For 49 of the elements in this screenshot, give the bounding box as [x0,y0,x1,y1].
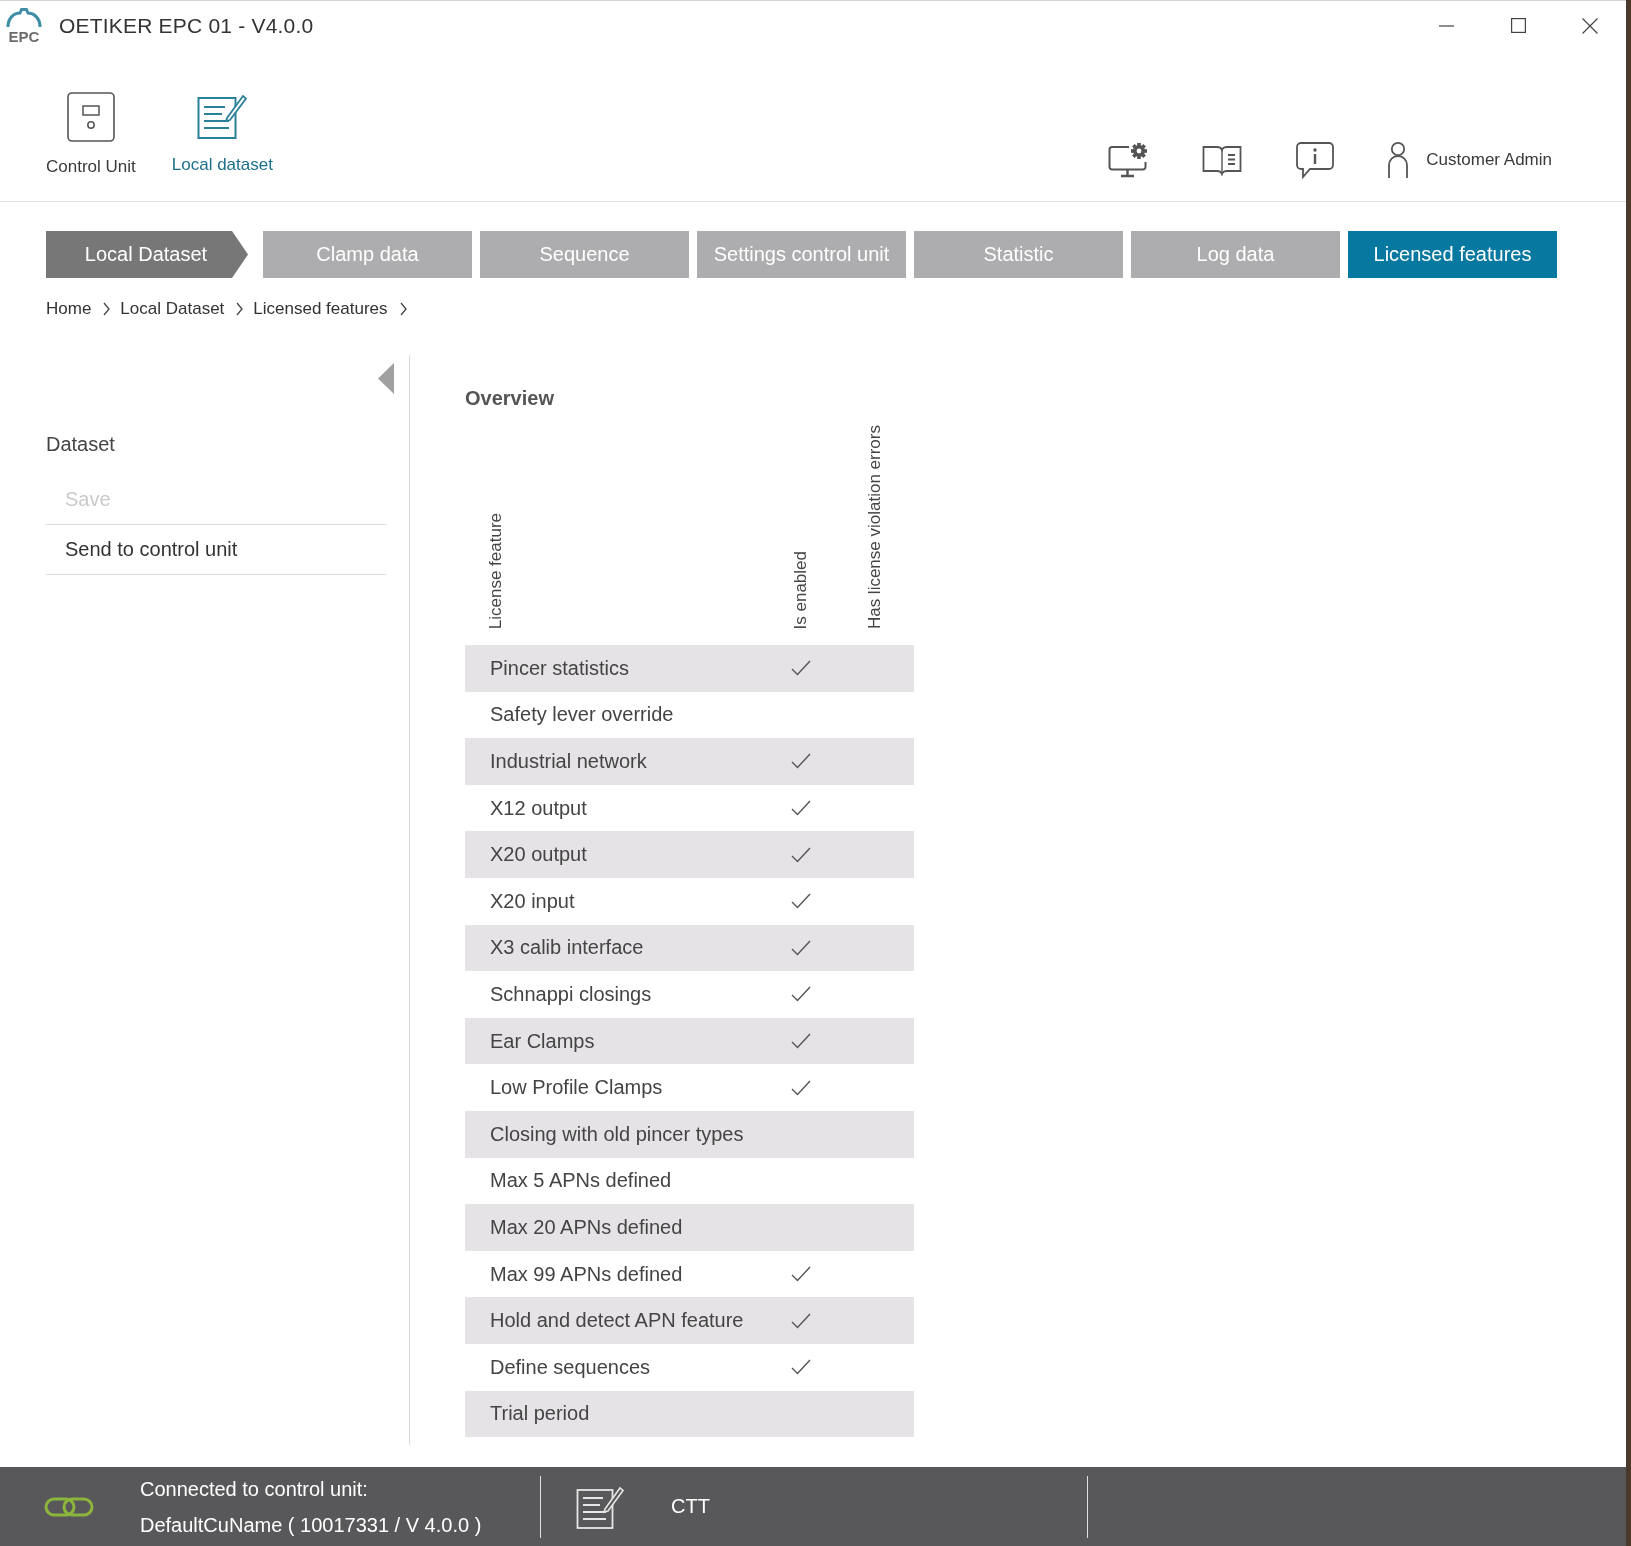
breadcrumb-link[interactable]: Local Dataset [120,300,225,318]
user-icon [1386,141,1411,179]
user-button[interactable]: Customer Admin [1386,141,1552,179]
table-cell-text: X20 input [489,889,575,913]
table-cell-text: Trial period [489,1402,590,1426]
column-header: License feature [486,512,506,629]
minimize-icon [1438,24,1454,27]
tab[interactable]: Licensed features [1348,231,1557,278]
nav-button[interactable]: Control Unit [46,92,136,176]
window-title: OETIKER EPC 01 - V4.0.0 [59,13,314,38]
column-header: Is enabled [791,550,811,629]
table-cell-text: Max 99 APNs defined [489,1262,683,1286]
status-text: Connected to control unit: [140,1477,368,1500]
table-cell-text: Define sequences [489,1355,651,1379]
column-header: Has license violation errors [865,424,885,629]
maximize-icon [1510,18,1526,33]
info-icon [1295,141,1336,179]
table-cell-text: Max 5 APNs defined [489,1169,672,1193]
panel-title: Overview [465,387,554,409]
table-cell-text: Safety lever override [489,703,674,727]
table-cell-text: Schnappi closings [489,982,652,1006]
collapse-triangle-icon[interactable] [378,363,394,394]
table-cell-text: Ear Clamps [489,1029,595,1053]
chevron-right-icon [103,302,111,316]
chevron-right-icon [236,302,244,316]
table-cell-text: Hold and detect APN feature [489,1309,744,1333]
table-cell-text: X3 calib interface [489,936,644,960]
table-cell-text: Max 20 APNs defined [489,1215,683,1239]
table-cell-text: Closing with old pincer types [489,1122,744,1146]
tab[interactable]: Local Dataset [46,231,248,278]
dataset-name: CTT [671,1495,710,1518]
book-icon [1202,144,1243,176]
table-cell-text: Industrial network [489,750,647,773]
status-text: DefaultCuName ( 10017331 / V 4.0.0 ) [140,1513,482,1536]
table-cell-text: Low Profile Clamps [489,1076,663,1100]
device-icon [66,92,115,142]
section-title: Dataset [46,433,115,455]
close-icon [1582,17,1598,34]
logo-text: EPC [8,28,40,44]
breadcrumb-link[interactable]: Licensed features [253,300,388,318]
table-cell-text: X12 output [489,796,587,820]
chevron-right-icon [399,302,407,316]
breadcrumb-link[interactable]: Home [46,300,92,318]
document-edit-icon [197,92,248,140]
nav-button[interactable]: Local dataset [171,92,273,174]
table-cell-text: Pincer statistics [489,656,629,680]
arch-logo-icon [6,7,42,28]
sidebar-action[interactable]: Send to control unit [46,525,386,575]
table-cell-text: X20 output [489,843,587,867]
